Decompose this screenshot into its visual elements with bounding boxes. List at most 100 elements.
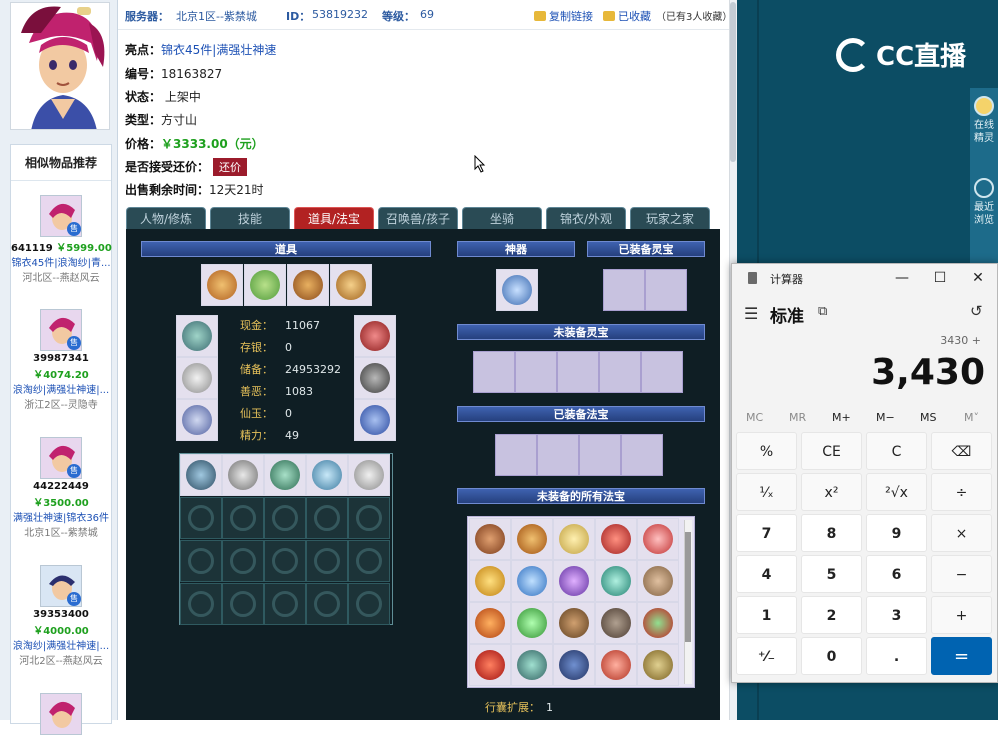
divide-key[interactable]: ÷ xyxy=(931,473,992,511)
equipment-slot[interactable] xyxy=(354,315,396,357)
percent-key[interactable]: % xyxy=(736,432,797,470)
magic-slot[interactable] xyxy=(621,434,663,476)
negate-key[interactable]: ⁺⁄₋ xyxy=(736,637,797,675)
inventory-slot[interactable] xyxy=(348,454,390,496)
item-tags[interactable]: 浪淘纱|满强壮神速|... xyxy=(11,381,111,396)
list-item[interactable]: 售 39987341 ￥4074.20 浪淘纱|满强壮神速|... 浙江2区--… xyxy=(11,309,111,411)
treasure-slot[interactable] xyxy=(595,644,637,686)
inventory-slot[interactable] xyxy=(222,540,264,582)
inventory-slot[interactable] xyxy=(222,497,264,539)
tab-player-home[interactable]: 玩家之家 xyxy=(630,207,710,229)
treasure-slot[interactable] xyxy=(637,560,679,602)
memory-list-button[interactable]: M˅ xyxy=(964,411,979,424)
inventory-slot[interactable] xyxy=(348,540,390,582)
list-item[interactable]: 售 641119 ￥5999.00 锦衣45件|浪淘纱|青... 河北区--燕赵… xyxy=(11,195,112,284)
equipment-slot[interactable] xyxy=(244,264,286,306)
magic-slot[interactable] xyxy=(495,434,537,476)
online-sprite-button[interactable]: 在线精灵 xyxy=(970,96,998,145)
inventory-slot[interactable] xyxy=(264,540,306,582)
treasure-slot[interactable] xyxy=(469,644,511,686)
inventory-slot[interactable] xyxy=(180,497,222,539)
recent-browse-button[interactable]: 最近浏览 xyxy=(970,178,998,227)
item-thumbnail[interactable] xyxy=(40,693,82,735)
inventory-slot[interactable] xyxy=(180,583,222,625)
inventory-slot[interactable] xyxy=(264,497,306,539)
highlight-value[interactable]: 锦衣45件|满强壮神速 xyxy=(161,43,276,57)
tab-items-treasure[interactable]: 道具/法宝 xyxy=(294,207,374,229)
favorite-button[interactable]: 已收藏 xyxy=(603,8,651,24)
equipment-slot[interactable] xyxy=(354,357,396,399)
hamburger-menu-icon[interactable]: ☰ xyxy=(744,304,758,323)
treasure-slot[interactable] xyxy=(595,518,637,560)
tab-character[interactable]: 人物/修炼 xyxy=(126,207,206,229)
treasure-slot[interactable] xyxy=(637,644,679,686)
tab-skills[interactable]: 技能 xyxy=(210,207,290,229)
item-tags[interactable]: 锦衣45件|浪淘纱|青... xyxy=(11,254,111,269)
plus-key[interactable]: + xyxy=(931,596,992,634)
equipment-slot[interactable] xyxy=(201,264,243,306)
spirit-slot[interactable] xyxy=(603,269,645,311)
inventory-slot[interactable] xyxy=(180,454,222,496)
calculator-titlebar[interactable]: 计算器 — ☐ ✕ xyxy=(732,264,998,292)
treasure-slot[interactable] xyxy=(469,518,511,560)
square-key[interactable]: x² xyxy=(801,473,862,511)
history-icon[interactable]: ↺ xyxy=(970,302,983,320)
inventory-slot[interactable] xyxy=(264,454,306,496)
tab-pets-children[interactable]: 召唤兽/孩子 xyxy=(378,207,458,229)
spirit-slot[interactable] xyxy=(515,351,557,393)
magic-slot[interactable] xyxy=(537,434,579,476)
list-item[interactable]: 售 39353400 ￥4000.00 浪淘纱|满强壮神速|... 河北2区--… xyxy=(11,565,111,667)
six-key[interactable]: 6 xyxy=(866,555,927,593)
spirit-slot[interactable] xyxy=(557,351,599,393)
item-thumbnail[interactable]: 售 xyxy=(40,195,82,237)
inventory-slot[interactable] xyxy=(306,454,348,496)
counter-offer-button[interactable]: 还价 xyxy=(213,158,248,176)
treasure-slot[interactable] xyxy=(511,602,553,644)
list-item[interactable]: 售 44222449 ￥3500.00 满强壮神速|锦衣36件 北京1区--紫禁… xyxy=(11,437,111,539)
equipment-slot[interactable] xyxy=(354,399,396,441)
equipment-slot[interactable] xyxy=(287,264,329,306)
treasure-slot[interactable] xyxy=(469,560,511,602)
nine-key[interactable]: 9 xyxy=(866,514,927,552)
memory-add-button[interactable]: M+ xyxy=(832,411,851,424)
treasure-slot[interactable] xyxy=(595,560,637,602)
treasure-slot[interactable] xyxy=(469,602,511,644)
treasure-slot[interactable] xyxy=(637,518,679,560)
memory-clear-button[interactable]: MC xyxy=(746,411,763,424)
reciprocal-key[interactable]: ¹⁄ₓ xyxy=(736,473,797,511)
treasure-slot[interactable] xyxy=(511,560,553,602)
keep-on-top-icon[interactable]: ⧉ xyxy=(818,304,827,319)
copy-link-button[interactable]: 复制链接 xyxy=(534,8,593,24)
spirit-slot[interactable] xyxy=(645,269,687,311)
list-item[interactable] xyxy=(11,693,111,735)
decimal-key[interactable]: . xyxy=(866,637,927,675)
spirit-slot[interactable] xyxy=(473,351,515,393)
treasure-slot[interactable] xyxy=(553,602,595,644)
close-icon[interactable]: ✕ xyxy=(966,268,990,288)
one-key[interactable]: 1 xyxy=(736,596,797,634)
item-tags[interactable]: 满强壮神速|锦衣36件 xyxy=(11,509,111,524)
clear-entry-key[interactable]: CE xyxy=(801,432,862,470)
treasure-scrollbar-thumb[interactable] xyxy=(685,532,691,642)
inventory-slot[interactable] xyxy=(306,540,348,582)
treasure-slot[interactable] xyxy=(511,518,553,560)
memory-store-button[interactable]: MS xyxy=(920,411,936,424)
treasure-slot[interactable] xyxy=(637,602,679,644)
multiply-key[interactable]: × xyxy=(931,514,992,552)
inventory-slot[interactable] xyxy=(306,497,348,539)
inventory-slot[interactable] xyxy=(180,540,222,582)
treasure-slot[interactable] xyxy=(553,560,595,602)
five-key[interactable]: 5 xyxy=(801,555,862,593)
inventory-slot[interactable] xyxy=(222,583,264,625)
treasure-slot[interactable] xyxy=(511,644,553,686)
square-root-key[interactable]: ²√x xyxy=(866,473,927,511)
equipment-slot[interactable] xyxy=(330,264,372,306)
item-thumbnail[interactable]: 售 xyxy=(40,565,82,607)
memory-recall-button[interactable]: MR xyxy=(789,411,806,424)
seven-key[interactable]: 7 xyxy=(736,514,797,552)
inventory-slot[interactable] xyxy=(348,497,390,539)
memory-subtract-button[interactable]: M− xyxy=(876,411,895,424)
tab-outfits[interactable]: 锦衣/外观 xyxy=(546,207,626,229)
inventory-slot[interactable] xyxy=(348,583,390,625)
equipment-slot[interactable] xyxy=(176,357,218,399)
